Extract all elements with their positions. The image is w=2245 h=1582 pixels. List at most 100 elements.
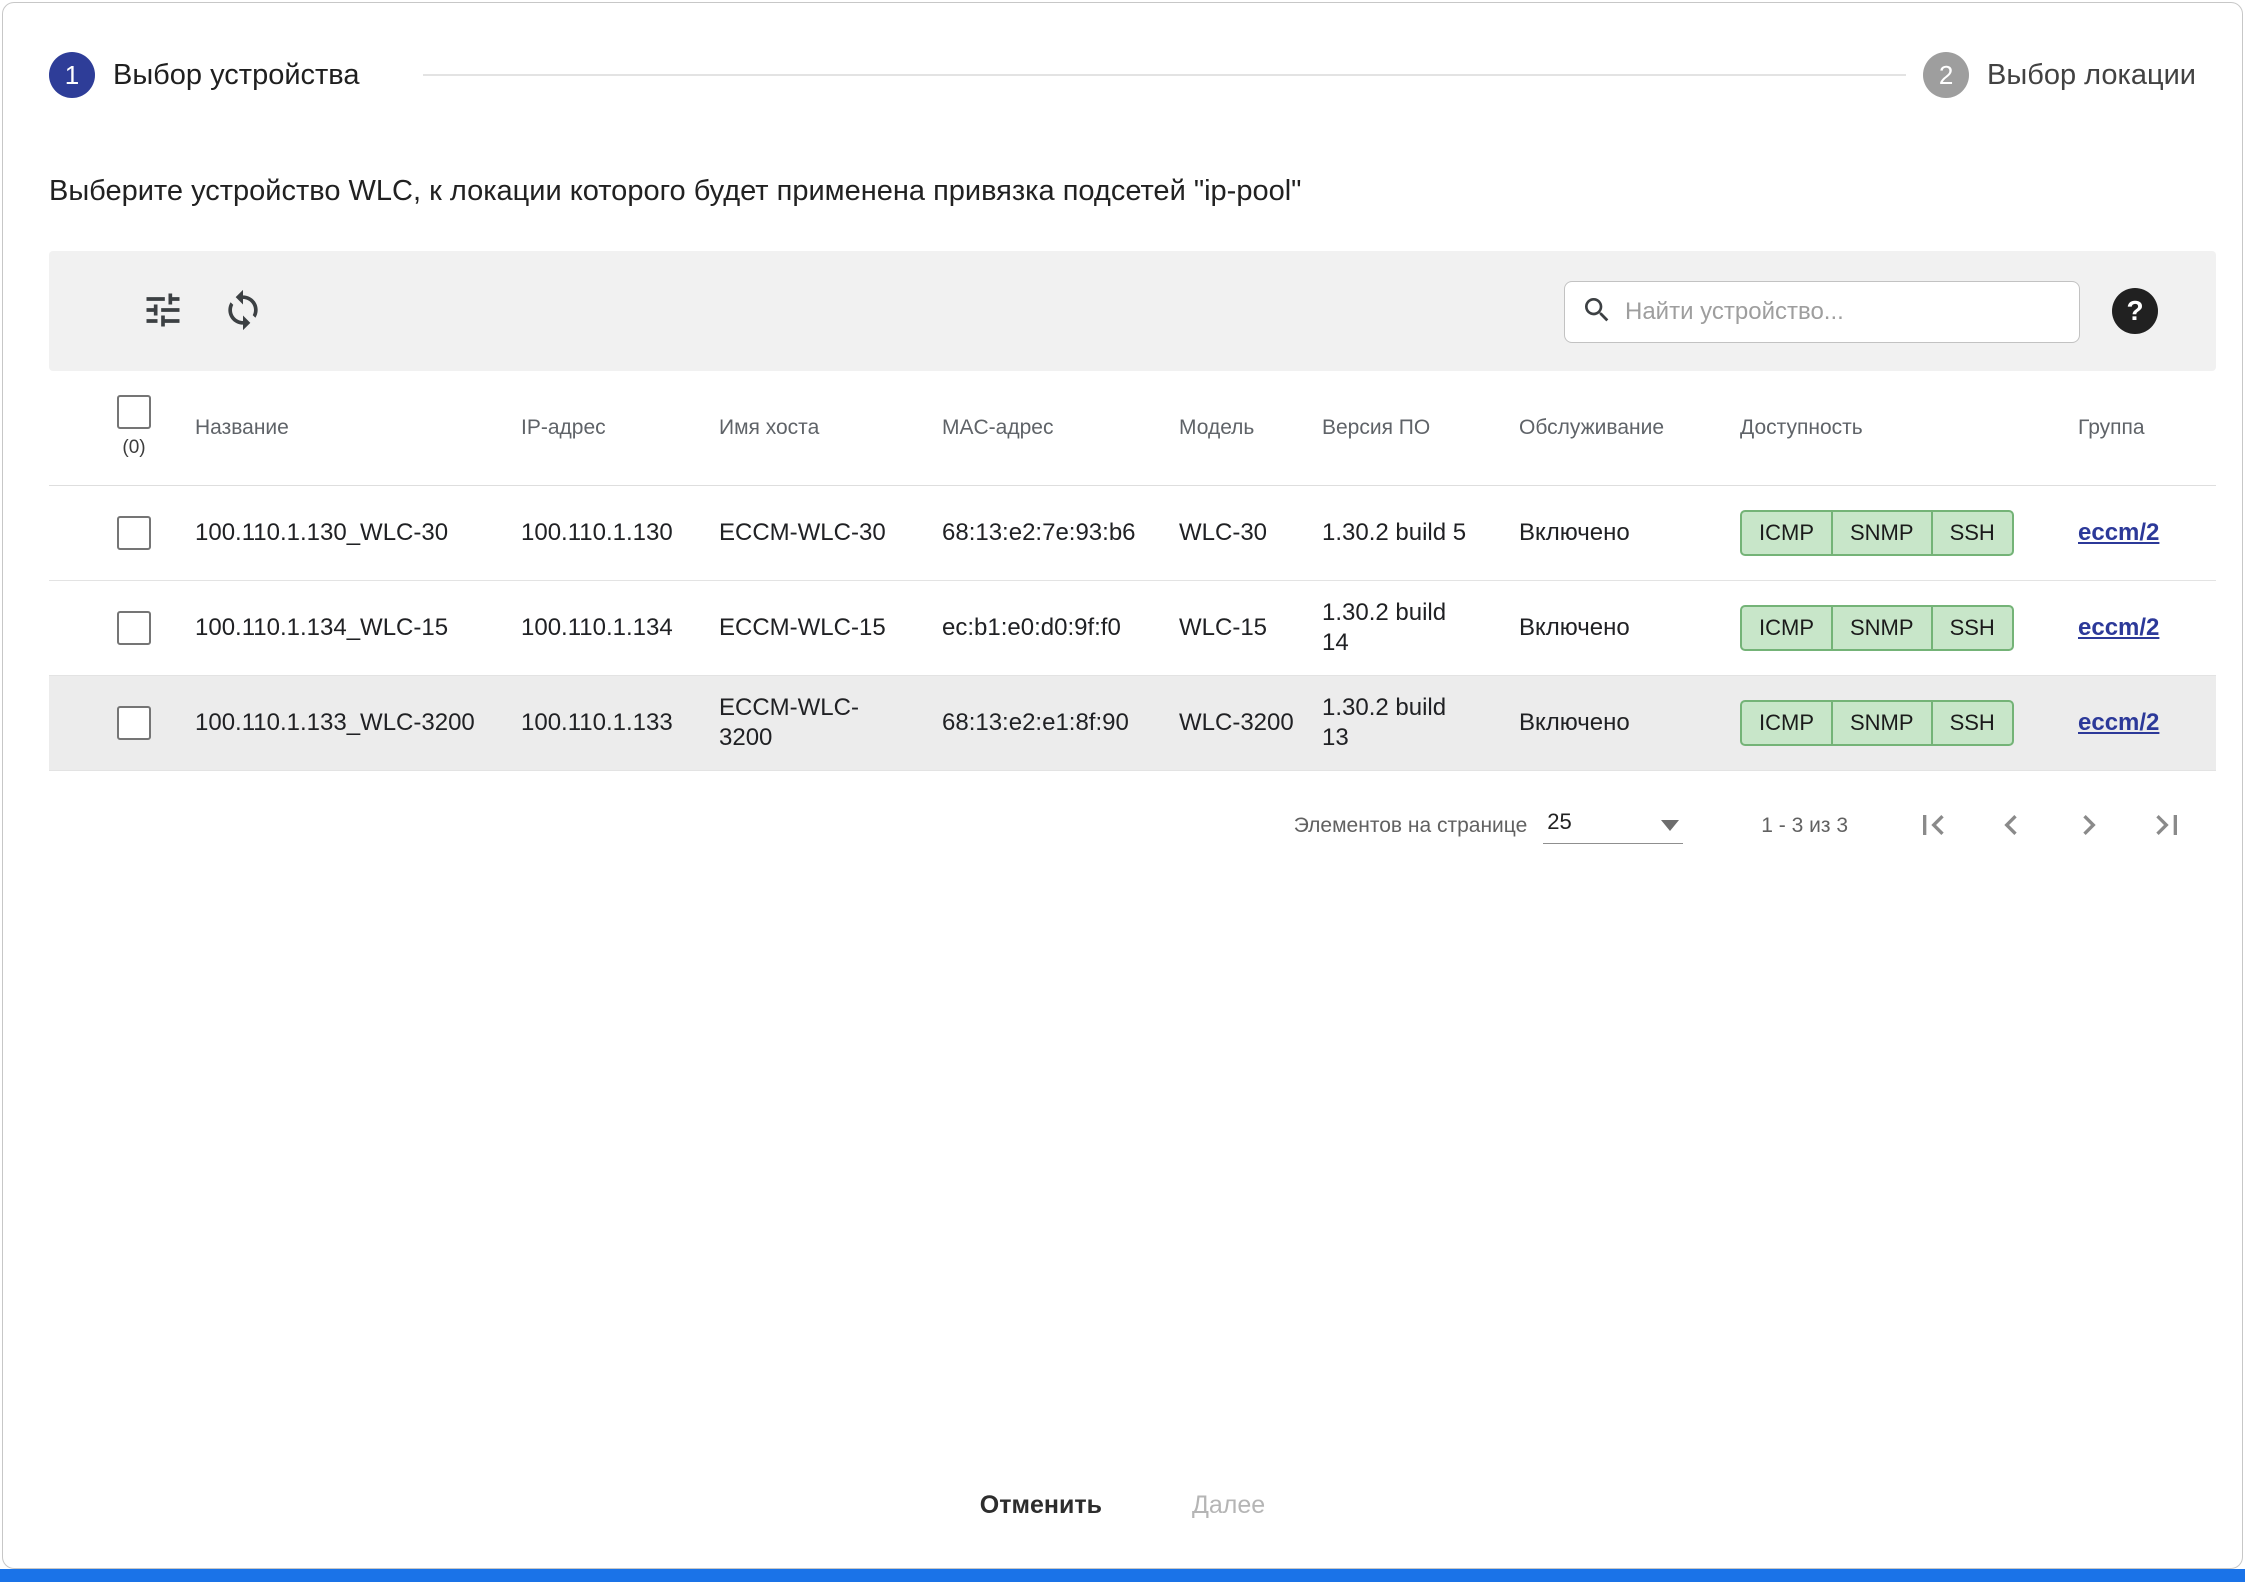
step2-label: Выбор локации	[1987, 59, 2196, 92]
cell-firmware: 1.30.2 build 13	[1322, 676, 1519, 770]
items-per-page-select[interactable]: 25	[1543, 809, 1683, 844]
search-input[interactable]	[1625, 298, 2063, 326]
items-per-page-value: 25	[1547, 809, 1571, 835]
step-location-selection[interactable]: 2 Выбор локации	[1923, 49, 2196, 101]
prev-page-button[interactable]	[1988, 803, 2034, 849]
step1-label: Выбор устройства	[113, 59, 360, 92]
chevron-right-icon	[2069, 805, 2109, 848]
stepper-connector-line	[423, 74, 1906, 76]
chevron-left-icon	[1991, 805, 2031, 848]
column-header-group: Группа	[2078, 371, 2216, 485]
cell-availability: ICMP SNMP SSH	[1740, 676, 2078, 770]
cell-group: eccm/2	[2078, 676, 2216, 770]
last-page-icon	[2147, 805, 2187, 848]
refresh-sync-icon	[221, 288, 265, 335]
cell-model: WLC-3200	[1179, 676, 1322, 770]
cell-mac: 68:13:e2:e1:8f:90	[942, 676, 1179, 770]
cell-firmware: 1.30.2 build 14	[1322, 581, 1519, 675]
cell-ip: 100.110.1.130	[521, 486, 719, 580]
device-search-box	[1564, 281, 2080, 343]
cell-ip: 100.110.1.133	[521, 676, 719, 770]
cell-firmware: 1.30.2 build 5	[1322, 486, 1519, 580]
table-pagination: Элементов на странице 25 1 - 3 из 3	[49, 791, 2216, 861]
column-header-ip: IP-адрес	[521, 371, 719, 485]
table-row[interactable]: 100.110.1.134_WLC-15 100.110.1.134 ECCM-…	[49, 581, 2216, 676]
table-row[interactable]: 100.110.1.133_WLC-3200 100.110.1.133 ECC…	[49, 676, 2216, 771]
cell-ip: 100.110.1.134	[521, 581, 719, 675]
availability-badge-ssh: SSH	[1931, 605, 2014, 651]
first-page-button[interactable]	[1910, 803, 1956, 849]
availability-badges: ICMP SNMP SSH	[1740, 510, 2014, 556]
cell-mac: 68:13:e2:7e:93:b6	[942, 486, 1179, 580]
table-header-row: (0) Название IP-адрес Имя хоста MAC-адре…	[49, 371, 2216, 486]
cell-mac: ec:b1:e0:d0:9f:f0	[942, 581, 1179, 675]
devices-table: (0) Название IP-адрес Имя хоста MAC-адре…	[49, 371, 2216, 771]
group-link[interactable]: eccm/2	[2078, 708, 2159, 738]
step2-indicator: 2	[1923, 52, 1969, 98]
row-checkbox[interactable]	[117, 611, 151, 645]
row-checkbox-cell	[49, 581, 195, 675]
cancel-button[interactable]: Отменить	[980, 1491, 1102, 1520]
cell-name: 100.110.1.130_WLC-30	[195, 486, 521, 580]
cell-model: WLC-15	[1179, 581, 1322, 675]
column-header-model: Модель	[1179, 371, 1322, 485]
step1-indicator: 1	[49, 52, 95, 98]
availability-badge-snmp: SNMP	[1831, 510, 1933, 556]
column-header-availability: Доступность	[1740, 371, 2078, 485]
cell-name: 100.110.1.133_WLC-3200	[195, 676, 521, 770]
row-checkbox[interactable]	[117, 516, 151, 550]
column-header-hostname: Имя хоста	[719, 371, 942, 485]
pagination-nav	[1910, 803, 2190, 849]
wizard-stepper: 1 Выбор устройства 2 Выбор локации	[49, 49, 2196, 101]
next-page-button[interactable]	[2066, 803, 2112, 849]
filter-button[interactable]	[139, 287, 187, 335]
device-selection-dialog: 1 Выбор устройства 2 Выбор локации Выбер…	[0, 0, 2245, 1582]
group-link[interactable]: eccm/2	[2078, 518, 2159, 548]
last-page-button[interactable]	[2144, 803, 2190, 849]
chevron-down-icon	[1661, 820, 1679, 831]
refresh-button[interactable]	[219, 287, 267, 335]
column-header-name: Название	[195, 371, 521, 485]
cell-maintenance: Включено	[1519, 676, 1740, 770]
dialog-footer: Отменить Далее	[3, 1491, 2242, 1520]
cell-hostname: ECCM-WLC-3200	[719, 676, 942, 770]
cell-group: eccm/2	[2078, 581, 2216, 675]
availability-badge-ssh: SSH	[1931, 700, 2014, 746]
cell-maintenance: Включено	[1519, 581, 1740, 675]
first-page-icon	[1913, 805, 1953, 848]
availability-badges: ICMP SNMP SSH	[1740, 700, 2014, 746]
dialog-subtitle: Выберите устройство WLC, к локации котор…	[49, 175, 2196, 208]
column-header-mac: MAC-адрес	[942, 371, 1179, 485]
cell-hostname: ECCM-WLC-30	[719, 486, 942, 580]
table-row[interactable]: 100.110.1.130_WLC-30 100.110.1.130 ECCM-…	[49, 486, 2216, 581]
availability-badge-icmp: ICMP	[1740, 700, 1833, 746]
step-device-selection[interactable]: 1 Выбор устройства	[49, 49, 360, 101]
group-link[interactable]: eccm/2	[2078, 613, 2159, 643]
cell-hostname: ECCM-WLC-15	[719, 581, 942, 675]
cell-name: 100.110.1.134_WLC-15	[195, 581, 521, 675]
cell-availability: ICMP SNMP SSH	[1740, 486, 2078, 580]
availability-badge-icmp: ICMP	[1740, 510, 1833, 556]
row-checkbox-cell	[49, 676, 195, 770]
pagination-range: 1 - 3 из 3	[1761, 814, 1848, 838]
header-checkbox-cell: (0)	[49, 371, 195, 485]
selected-count: (0)	[117, 435, 151, 461]
help-icon[interactable]: ?	[2112, 288, 2158, 334]
availability-badge-snmp: SNMP	[1831, 605, 1933, 651]
bottom-accent-bar	[0, 1569, 2245, 1582]
column-header-firmware: Версия ПО	[1322, 371, 1519, 485]
search-icon	[1581, 294, 1613, 331]
select-all-checkbox[interactable]	[117, 395, 151, 429]
column-header-maintenance: Обслуживание	[1519, 371, 1740, 485]
cell-maintenance: Включено	[1519, 486, 1740, 580]
filter-tune-icon	[141, 288, 185, 335]
row-checkbox[interactable]	[117, 706, 151, 740]
row-checkbox-cell	[49, 486, 195, 580]
availability-badges: ICMP SNMP SSH	[1740, 605, 2014, 651]
table-toolbar: ?	[49, 251, 2216, 371]
availability-badge-snmp: SNMP	[1831, 700, 1933, 746]
availability-badge-icmp: ICMP	[1740, 605, 1833, 651]
availability-badge-ssh: SSH	[1931, 510, 2014, 556]
next-button[interactable]: Далее	[1192, 1491, 1265, 1520]
cell-availability: ICMP SNMP SSH	[1740, 581, 2078, 675]
